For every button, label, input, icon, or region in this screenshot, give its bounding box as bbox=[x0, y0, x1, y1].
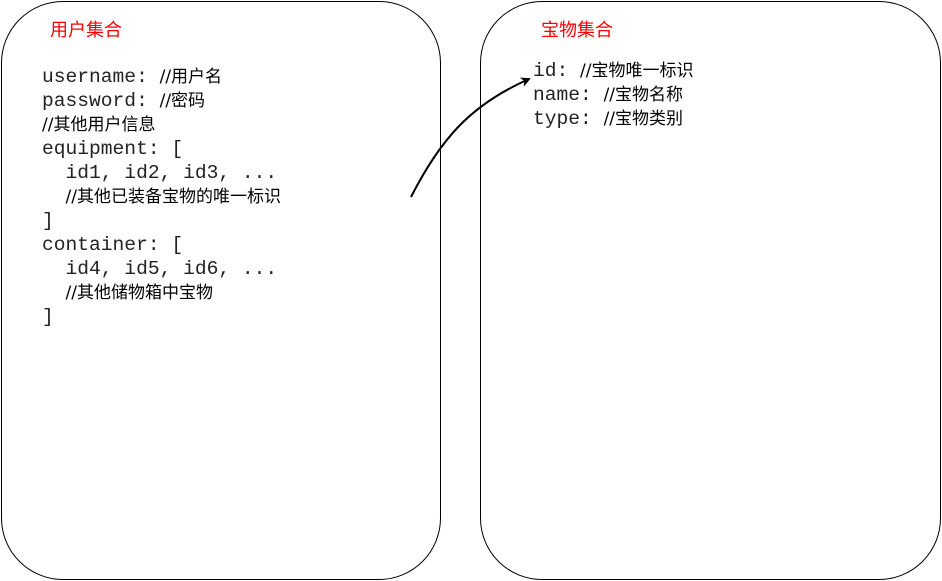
arrow-line bbox=[410, 77, 531, 198]
reference-arrow bbox=[410, 77, 531, 198]
